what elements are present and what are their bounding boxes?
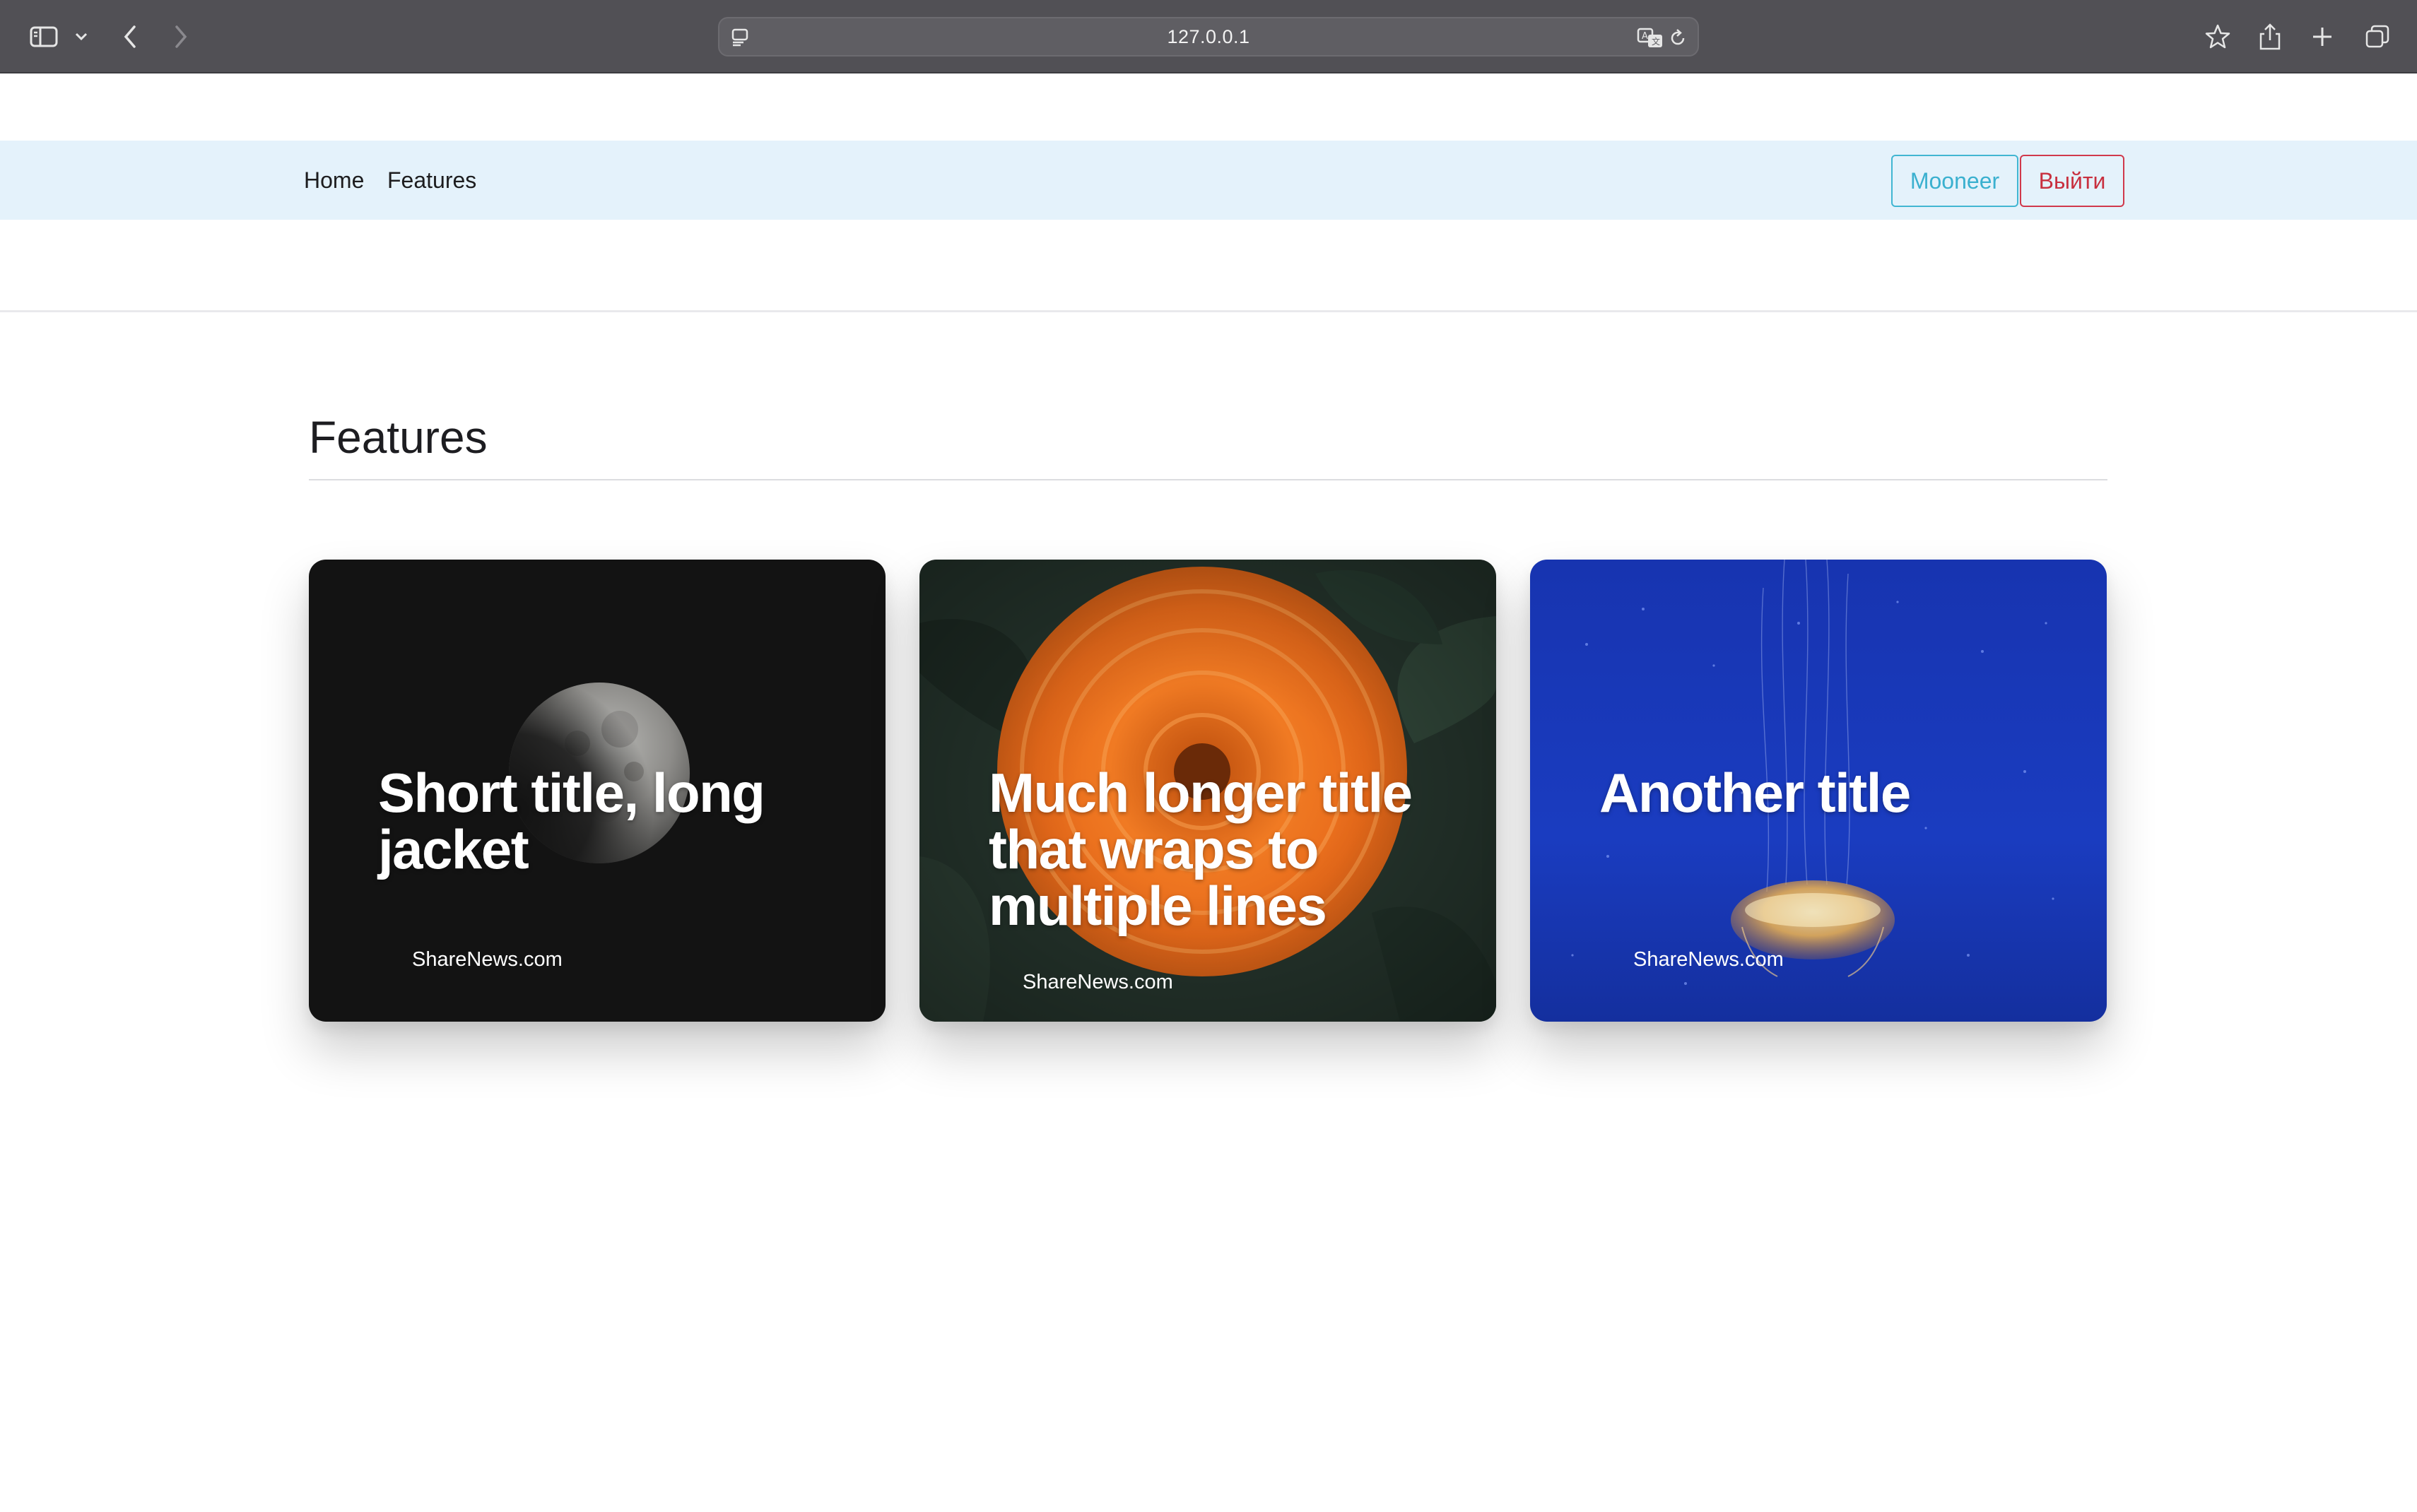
feature-card[interactable]: Much longer title that wraps to multiple… — [919, 560, 1496, 1022]
sidebar-icon[interactable] — [25, 18, 62, 55]
bookmark-star-icon[interactable] — [2204, 18, 2232, 55]
back-icon[interactable] — [117, 18, 143, 55]
card-title: Much longer title that wraps to multiple… — [989, 762, 1413, 937]
nav-link-home[interactable]: Home — [304, 167, 364, 194]
share-icon[interactable] — [2256, 18, 2284, 55]
browser-toolbar: 127.0.0.1 A文 — [0, 0, 2417, 73]
url-text[interactable]: 127.0.0.1 — [719, 18, 1698, 55]
translate-icon[interactable]: A文 — [1637, 28, 1664, 49]
svg-text:A: A — [1642, 31, 1648, 42]
user-profile-button[interactable]: Mooneer — [1891, 155, 2018, 207]
title-underline — [309, 479, 2107, 480]
new-tab-icon[interactable] — [2308, 18, 2336, 55]
card-source: ShareNews.com — [1023, 971, 1173, 993]
card-title: Short title, long jacket — [378, 762, 765, 880]
forward-icon[interactable] — [168, 18, 194, 55]
logout-button[interactable]: Выйти — [2020, 155, 2124, 207]
tab-overview-icon[interactable] — [2363, 18, 2392, 55]
site-navbar: Home Features Mooneer Выйти — [0, 141, 2417, 220]
reload-icon[interactable] — [1668, 28, 1688, 48]
chevron-down-icon[interactable] — [71, 18, 92, 55]
feature-card[interactable]: Another title ShareNews.com — [1530, 560, 2107, 1022]
card-title: Another title — [1599, 762, 1911, 824]
page-title: Features — [309, 412, 488, 463]
address-bar[interactable]: 127.0.0.1 A文 — [718, 17, 1699, 57]
svg-text:文: 文 — [1652, 36, 1660, 47]
card-source: ShareNews.com — [1633, 948, 1784, 971]
nav-link-features[interactable]: Features — [387, 167, 476, 194]
header-divider — [0, 310, 2417, 312]
card-source: ShareNews.com — [412, 948, 563, 971]
feature-card[interactable]: Short title, long jacket ShareNews.com — [309, 560, 886, 1022]
